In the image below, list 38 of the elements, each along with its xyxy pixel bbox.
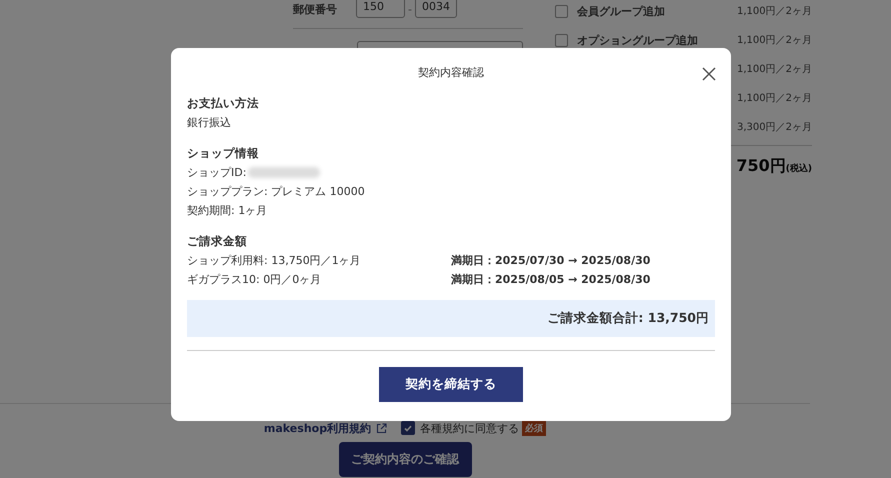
option-price: 1,100円／2ヶ月 bbox=[737, 5, 812, 18]
section-heading: ご請求金額 bbox=[187, 233, 248, 250]
postal-code-label: 郵便番号 bbox=[293, 2, 338, 16]
total-amount: 750円 bbox=[736, 156, 786, 177]
section-heading: ショップ情報 bbox=[187, 145, 260, 162]
option-label: オプショングループ追加 bbox=[577, 32, 698, 48]
option-price: 1,100円／2ヶ月 bbox=[737, 63, 812, 76]
info-text: ショッププラン: プレミアム 10000 bbox=[187, 184, 366, 200]
billing-item: ギガプラス10: 0円／0ヶ月 bbox=[187, 272, 322, 288]
agree-label: 各種規約に同意する bbox=[420, 420, 520, 436]
section-heading: お支払い方法 bbox=[187, 95, 260, 112]
option-price: 1,100円／2ヶ月 bbox=[737, 92, 812, 105]
info-label: ショップID: bbox=[187, 165, 246, 181]
required-badge: 必須 bbox=[522, 420, 546, 436]
terms-link[interactable]: makeshop利用規約 bbox=[264, 420, 372, 436]
postal-code-field[interactable]: 0034 bbox=[415, 0, 457, 18]
postal-code-field[interactable]: 150 bbox=[356, 0, 405, 18]
info-text: 銀行振込 bbox=[187, 115, 232, 131]
close-icon bbox=[702, 67, 716, 81]
submit-button[interactable]: 契約を締結する bbox=[379, 367, 523, 402]
billing-period: 満期日：2025/07/30 → 2025/08/30 bbox=[451, 253, 652, 269]
separator-text: - bbox=[407, 2, 413, 16]
option-price: 3,300円／2ヶ月 bbox=[737, 121, 812, 134]
billing-period: 満期日：2025/08/05 → 2025/08/30 bbox=[451, 272, 652, 288]
billing-item: ショップ利用料: 13,750円／1ヶ月 bbox=[187, 253, 362, 269]
checkbox[interactable] bbox=[401, 421, 416, 435]
option-label: 会員グループ追加 bbox=[577, 4, 665, 18]
tax-note: (税込) bbox=[786, 162, 812, 175]
external-link-icon bbox=[376, 422, 388, 434]
confirm-button[interactable]: ご契約内容のご確認 bbox=[338, 442, 472, 477]
close-button[interactable] bbox=[701, 66, 717, 82]
dialog-title: 契約内容確認 bbox=[418, 65, 484, 81]
checkbox[interactable] bbox=[555, 34, 568, 46]
info-text: 契約期間: 1ヶ月 bbox=[187, 203, 268, 219]
billing-total: ご請求金額合計: 13,750円 bbox=[547, 310, 709, 327]
checkmark-icon bbox=[404, 424, 412, 432]
checkbox[interactable] bbox=[555, 4, 568, 18]
option-price: 1,100円／2ヶ月 bbox=[737, 34, 812, 47]
